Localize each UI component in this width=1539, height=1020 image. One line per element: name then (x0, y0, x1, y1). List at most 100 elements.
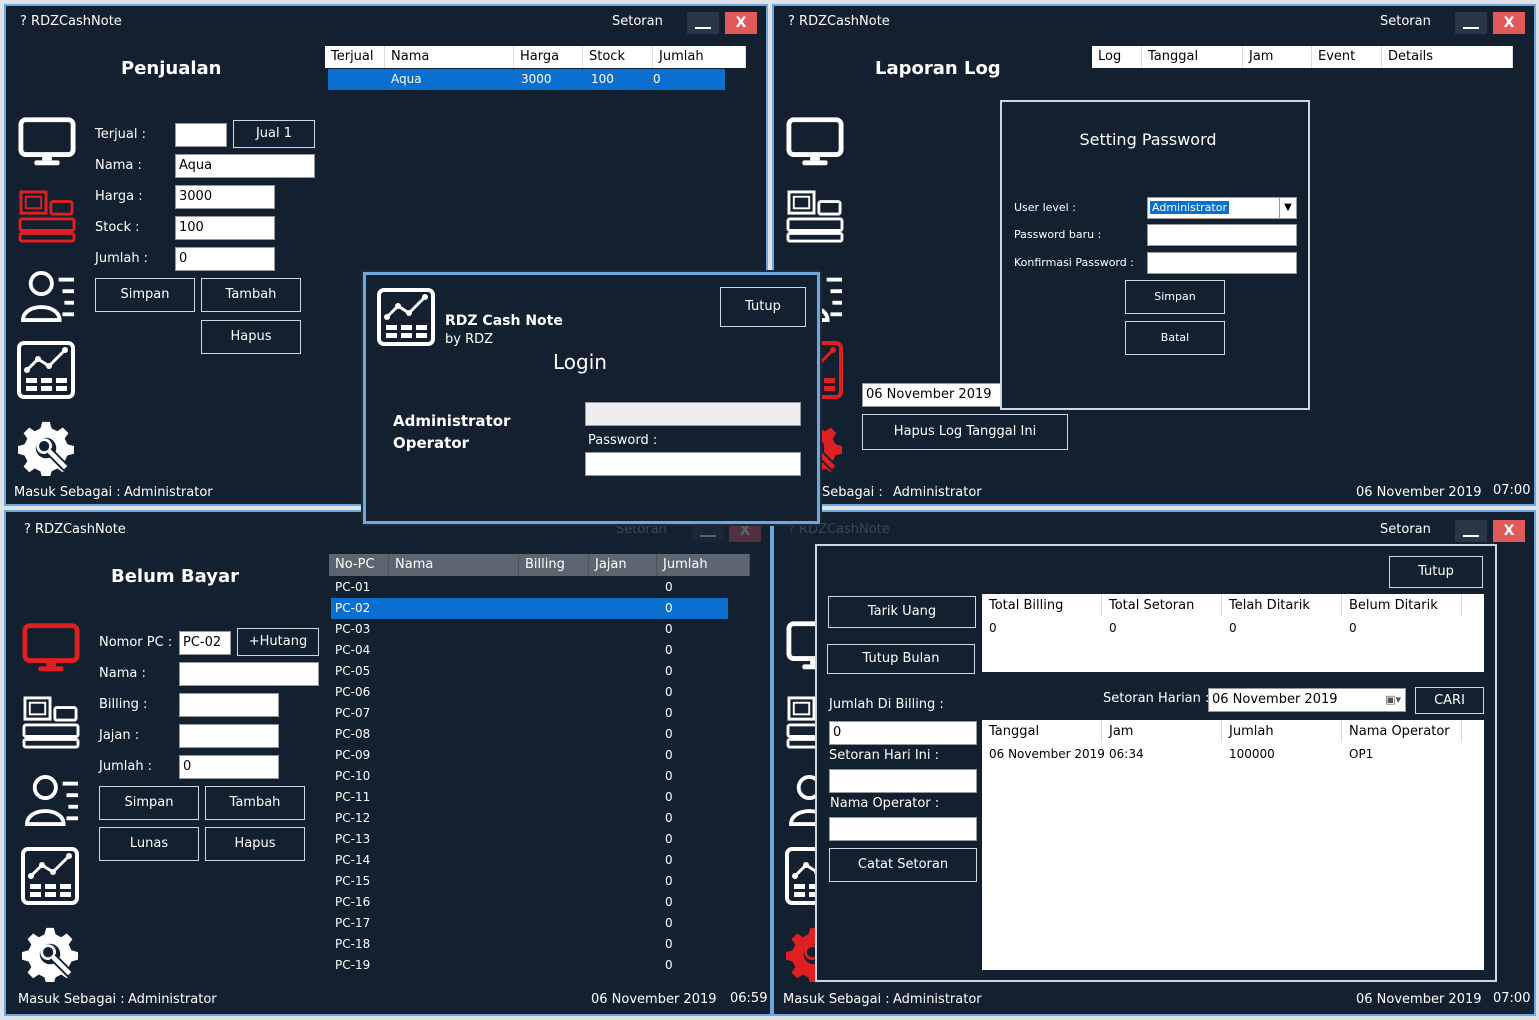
role-operator[interactable]: Operator (393, 434, 469, 452)
jajan-input[interactable] (179, 724, 279, 748)
table-row[interactable]: PC-18 0 (331, 934, 728, 955)
catat-setoran-button[interactable]: Catat Setoran (829, 848, 977, 882)
setoran-link[interactable]: Setoran (1380, 522, 1431, 537)
column-header[interactable]: Event (1312, 46, 1382, 68)
table-row[interactable]: PC-10 0 (331, 766, 728, 787)
terjual-input[interactable] (175, 123, 227, 147)
gear-wrench-icon[interactable] (22, 926, 78, 982)
table-row[interactable]: PC-19 0 (331, 955, 728, 976)
chart-report-icon[interactable] (16, 340, 76, 400)
table-row[interactable]: PC-07 0 (331, 703, 728, 724)
setoran-hari-input[interactable] (829, 769, 977, 793)
column-header[interactable]: Tanggal (982, 720, 1102, 742)
stock-input[interactable]: 100 (175, 216, 275, 240)
column-header[interactable]: Stock (583, 46, 653, 68)
tambah-button[interactable]: Tambah (205, 786, 305, 820)
table-row[interactable]: PC-08 0 (331, 724, 728, 745)
column-header[interactable]: Terjual (325, 46, 385, 68)
close-button[interactable]: X (1493, 12, 1525, 34)
nama-input[interactable]: Aqua (175, 154, 315, 178)
hutang-button[interactable]: +Hutang (237, 628, 319, 656)
minimize-button[interactable] (687, 12, 719, 34)
password-baru-input[interactable] (1147, 224, 1297, 246)
column-header[interactable]: Log (1092, 46, 1142, 68)
cash-register-icon[interactable] (22, 696, 80, 750)
hapus-log-button[interactable]: Hapus Log Tanggal Ini (862, 414, 1068, 450)
column-header[interactable]: Nama (385, 46, 514, 68)
simpan-button[interactable]: Simpan (1125, 280, 1225, 314)
table-row[interactable]: PC-09 0 (331, 745, 728, 766)
table-row[interactable]: 06 November 2019 06:34 100000 OP1 (982, 747, 1462, 761)
minimize-button[interactable] (1455, 12, 1487, 34)
monitor-icon[interactable] (786, 116, 844, 168)
column-header[interactable]: Jam (1243, 46, 1312, 68)
column-header[interactable]: No-PC (329, 554, 389, 576)
column-header[interactable]: Jumlah (653, 46, 746, 68)
table-row[interactable]: PC-03 0 (331, 619, 728, 640)
harga-input[interactable]: 3000 (175, 185, 275, 209)
jumlah-input[interactable]: 0 (175, 247, 275, 271)
batal-button[interactable]: Batal (1125, 321, 1225, 355)
lunas-button[interactable]: Lunas (99, 827, 199, 861)
column-header[interactable]: Jam (1102, 720, 1222, 742)
tarik-uang-button[interactable]: Tarik Uang (828, 596, 976, 628)
cari-button[interactable]: CARI (1415, 687, 1484, 714)
setoran-harian-date[interactable]: 06 November 2019 ▣▾ (1208, 688, 1406, 712)
jual-button[interactable]: Jual 1 (233, 120, 315, 148)
user-list-icon[interactable] (20, 270, 78, 322)
column-header[interactable]: Jumlah (657, 554, 750, 576)
table-row[interactable]: PC-17 0 (331, 913, 728, 934)
konfirmasi-input[interactable] (1147, 252, 1297, 274)
column-header[interactable]: Nama (389, 554, 519, 576)
chart-report-icon[interactable] (20, 846, 80, 906)
tutup-bulan-button[interactable]: Tutup Bulan (827, 644, 975, 674)
cash-register-icon[interactable] (786, 190, 844, 244)
jumlah-billing-input[interactable]: 0 (829, 721, 977, 745)
tutup-button[interactable]: Tutup (1389, 556, 1483, 588)
jumlah-input[interactable]: 0 (179, 755, 279, 779)
gear-wrench-icon[interactable] (18, 420, 74, 476)
nama-operator-input[interactable] (829, 817, 977, 841)
column-header[interactable]: Jumlah (1222, 720, 1342, 742)
monitor-icon[interactable] (18, 116, 76, 168)
tambah-button[interactable]: Tambah (201, 278, 301, 312)
table-row[interactable]: Aqua 3000 100 0 (328, 69, 725, 90)
column-header[interactable]: Total Setoran (1102, 594, 1222, 616)
user-list-icon[interactable] (24, 774, 82, 826)
nomor-pc-input[interactable]: PC-02 (179, 631, 231, 655)
table-row[interactable]: PC-13 0 (331, 829, 728, 850)
column-header[interactable]: Total Billing (982, 594, 1102, 616)
cash-register-icon[interactable] (18, 190, 76, 244)
column-header[interactable]: Details (1382, 46, 1513, 68)
table-row[interactable]: PC-14 0 (331, 850, 728, 871)
table-row[interactable]: PC-02 0 (331, 598, 728, 619)
table-row[interactable]: PC-04 0 (331, 640, 728, 661)
table-row[interactable]: PC-16 0 (331, 892, 728, 913)
column-header[interactable]: Tanggal (1142, 46, 1243, 68)
simpan-button[interactable]: Simpan (99, 786, 199, 820)
nama-input[interactable] (179, 662, 319, 686)
column-header[interactable]: Harga (514, 46, 583, 68)
column-header[interactable]: Jajan (589, 554, 657, 576)
column-header[interactable]: Telah Ditarik (1222, 594, 1342, 616)
column-header[interactable]: Billing (519, 554, 589, 576)
close-button[interactable]: X (1493, 520, 1525, 542)
user-level-select[interactable]: Administrator ▼ (1147, 197, 1297, 219)
simpan-button[interactable]: Simpan (95, 278, 195, 312)
log-date-picker[interactable]: 06 November 2019 (862, 383, 1002, 407)
table-row[interactable]: PC-05 0 (331, 661, 728, 682)
table-row[interactable]: PC-12 0 (331, 808, 728, 829)
tutup-button[interactable]: Tutup (720, 287, 806, 327)
setoran-link[interactable]: Setoran (1380, 14, 1431, 29)
hapus-button[interactable]: Hapus (205, 827, 305, 861)
calendar-icon[interactable]: ▣▾ (1385, 690, 1401, 710)
close-button[interactable]: X (725, 12, 757, 34)
table-row[interactable]: PC-01 0 (331, 577, 728, 598)
setoran-link[interactable]: Setoran (616, 522, 667, 537)
minimize-button[interactable] (1455, 520, 1487, 542)
setoran-link[interactable]: Setoran (612, 14, 663, 29)
chevron-down-icon[interactable]: ▼ (1279, 198, 1296, 218)
table-row[interactable]: PC-06 0 (331, 682, 728, 703)
column-header[interactable]: Nama Operator (1342, 720, 1462, 742)
password-input[interactable] (585, 452, 801, 476)
